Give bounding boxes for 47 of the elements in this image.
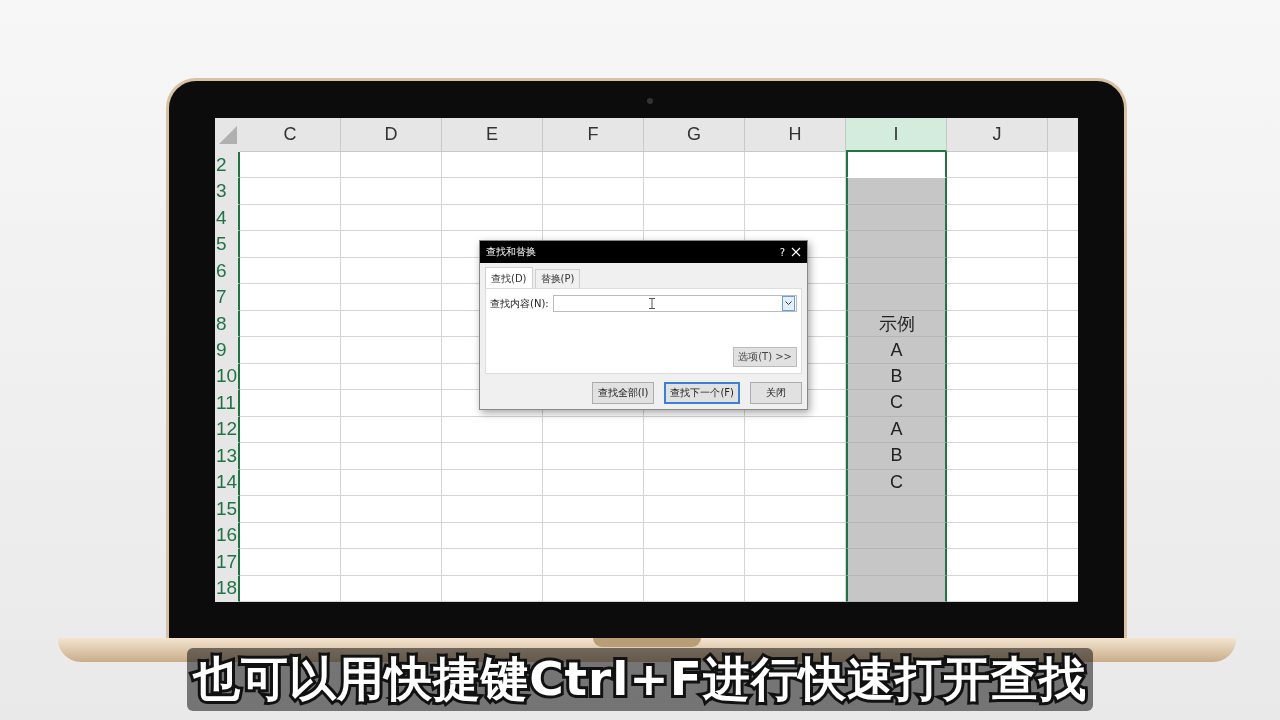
text-cursor-icon — [648, 298, 655, 309]
chevron-down-icon — [785, 301, 792, 306]
dialog-button[interactable]: 查找下一个(F) — [664, 382, 740, 404]
row-header[interactable]: 16 — [215, 522, 240, 550]
row-header[interactable]: 9 — [215, 337, 240, 364]
row-header[interactable]: 6 — [215, 257, 240, 285]
cell-text: A — [890, 418, 903, 440]
cell-text: C — [890, 471, 903, 493]
subtitle: 也可以用快捷键Ctrl+F进行快速打开查找 — [187, 648, 1093, 711]
cell-text: B — [890, 366, 903, 387]
column-header[interactable]: E — [442, 118, 543, 152]
cell-text: 示例 — [878, 312, 915, 336]
close-icon[interactable] — [791, 247, 801, 257]
cell-text: C — [890, 392, 903, 414]
find-input-field[interactable] — [552, 295, 797, 312]
row-header[interactable]: 17 — [215, 549, 240, 576]
row-header[interactable]: 14 — [215, 469, 240, 497]
column-header[interactable]: J — [947, 118, 1048, 152]
row-header[interactable]: 13 — [215, 443, 240, 470]
help-button[interactable]: ? — [779, 246, 785, 258]
column-header[interactable]: D — [341, 118, 442, 152]
dialog-tab[interactable]: 替换(P) — [534, 269, 581, 288]
column-header[interactable]: I — [846, 118, 947, 152]
dropdown-button[interactable] — [782, 296, 795, 311]
row-header[interactable]: 10 — [215, 363, 240, 391]
dialog-title: 查找和替换 — [486, 245, 537, 259]
row-header[interactable]: 7 — [215, 284, 240, 311]
dialog-tab[interactable]: 查找(D) — [485, 267, 533, 288]
row-header[interactable]: 15 — [215, 496, 240, 523]
row-header[interactable]: 4 — [215, 204, 240, 232]
cell-text: B — [890, 445, 903, 467]
row-header[interactable]: 2 — [215, 152, 240, 179]
field-label: 查找内容(N): — [490, 296, 549, 311]
dialog-button[interactable]: 查找全部(I) — [591, 382, 655, 404]
column-header[interactable]: C — [240, 118, 341, 152]
cell-text: A — [890, 339, 903, 361]
row-header[interactable]: 8 — [215, 310, 240, 338]
options-button[interactable]: 选项(T) >> — [733, 347, 797, 367]
column-header[interactable]: H — [745, 118, 846, 152]
row-header[interactable]: 12 — [215, 416, 240, 444]
column-header[interactable]: G — [644, 118, 745, 152]
column-header[interactable]: F — [543, 118, 644, 152]
row-header[interactable]: 3 — [215, 178, 240, 205]
row-header[interactable]: 5 — [215, 231, 240, 258]
dialog-button[interactable]: 关闭 — [750, 382, 802, 404]
row-header[interactable]: 11 — [215, 390, 240, 417]
row-header[interactable]: 18 — [215, 575, 240, 602]
